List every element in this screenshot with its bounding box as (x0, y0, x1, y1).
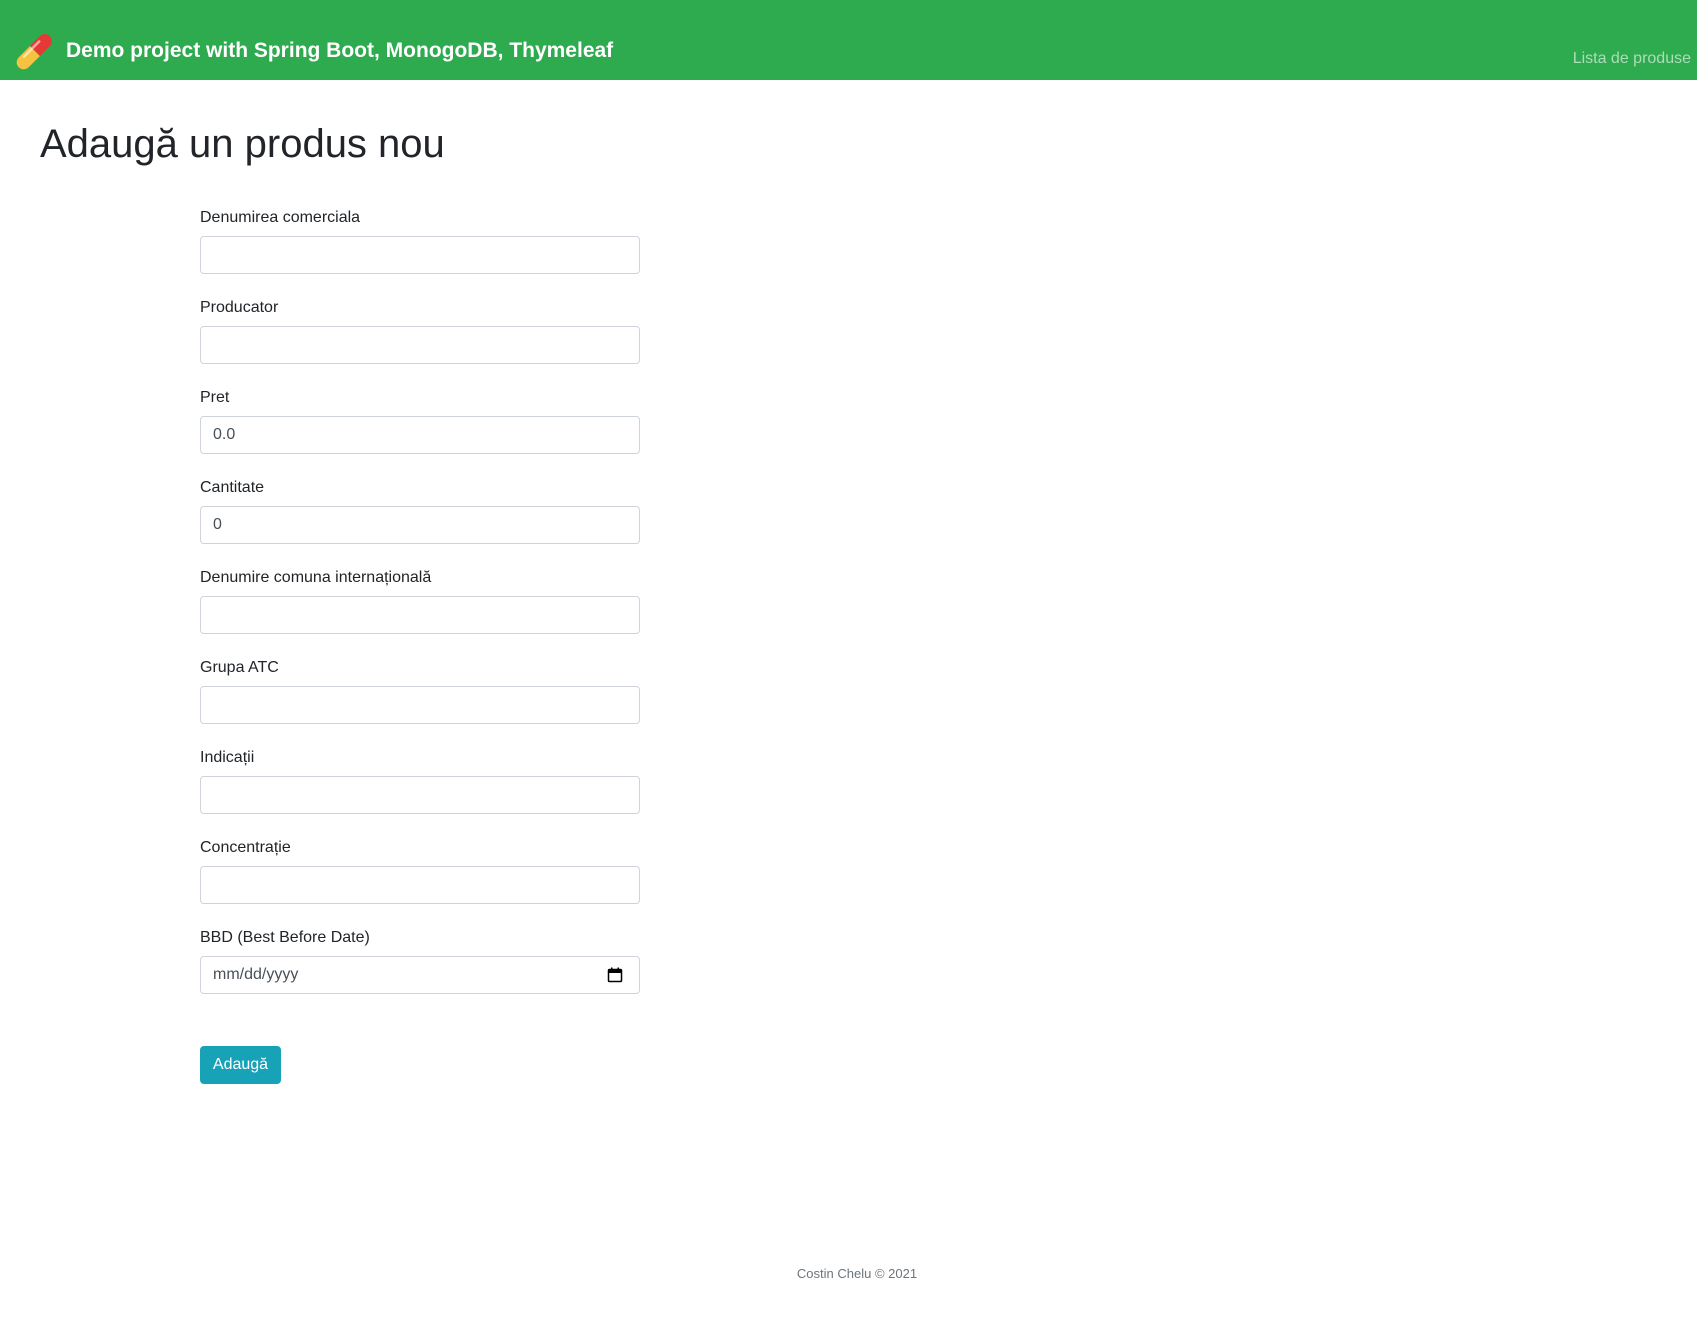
field-price: Pret (200, 388, 640, 454)
field-label: Denumire comuna internațională (200, 569, 432, 586)
field-commercial-name: Denumirea comerciala (200, 208, 640, 274)
atc-group-input[interactable] (200, 686, 640, 724)
footer: Costin Chelu © 2021 (796, 1266, 918, 1281)
field-label: Concentrație (200, 839, 291, 856)
field-concentration: Concentrație (200, 838, 640, 904)
add-button[interactable]: Adaugă (200, 1046, 281, 1084)
field-producer: Producator (200, 298, 640, 364)
field-best-before-date: BBD (Best Before Date) mm/dd/yyyy (200, 928, 640, 994)
best-before-date-input[interactable]: mm/dd/yyyy (200, 956, 640, 994)
concentration-input[interactable] (200, 866, 640, 904)
field-indications: Indicații (200, 748, 640, 814)
calendar-icon[interactable] (607, 967, 623, 983)
field-label: Grupa ATC (200, 659, 279, 676)
navbar: Demo project with Spring Boot, MonogoDB,… (0, 0, 1697, 80)
producer-input[interactable] (200, 326, 640, 364)
field-quantity: Cantitate (200, 478, 640, 544)
field-label: Indicații (200, 749, 255, 766)
page-title: Adaugă un produs nou (40, 122, 445, 166)
field-label: Denumirea comerciala (200, 209, 361, 226)
price-input[interactable] (200, 416, 640, 454)
quantity-input[interactable] (200, 506, 640, 544)
pill-icon (16, 34, 52, 70)
nav-link-product-list[interactable]: Lista de produse (1573, 50, 1691, 68)
brand-title: Demo project with Spring Boot, MonogoDB,… (66, 39, 614, 62)
brand[interactable]: Demo project with Spring Boot, MonogoDB,… (16, 30, 613, 72)
field-label: BBD (Best Before Date) (200, 929, 370, 946)
field-label: Producator (200, 299, 279, 316)
field-label: Cantitate (200, 479, 265, 496)
field-label: Pret (200, 389, 230, 406)
international-name-input[interactable] (200, 596, 640, 634)
indications-input[interactable] (200, 776, 640, 814)
commercial-name-input[interactable] (200, 236, 640, 274)
field-international-name: Denumire comuna internațională (200, 568, 640, 634)
date-placeholder: mm/dd/yyyy (213, 966, 299, 983)
field-atc-group: Grupa ATC (200, 658, 640, 724)
